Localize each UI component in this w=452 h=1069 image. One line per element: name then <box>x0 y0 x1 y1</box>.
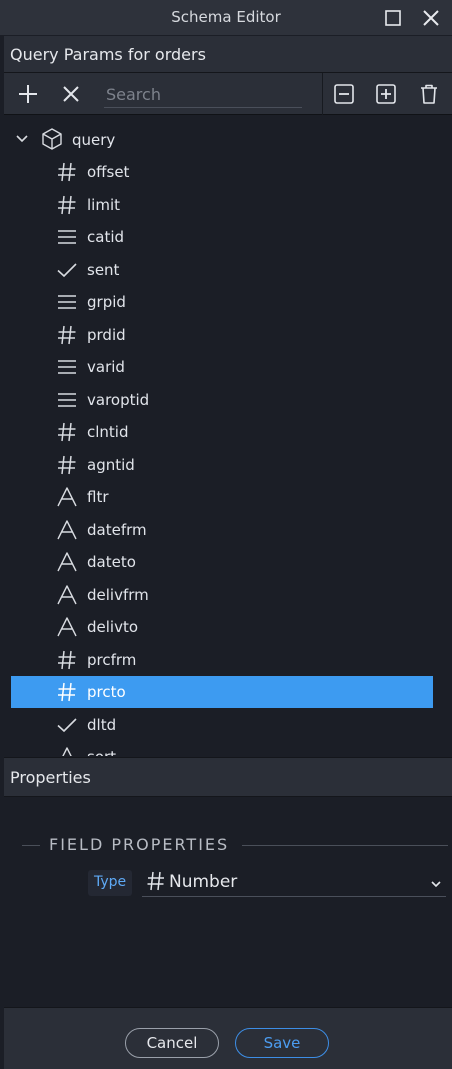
tree-item-dltd[interactable]: dltd <box>11 709 433 741</box>
properties-title: Properties <box>10 768 91 787</box>
panel-header: Query Params for orders <box>4 36 452 73</box>
toolbar-divider <box>322 73 323 115</box>
tree-root-query[interactable]: query <box>4 124 444 154</box>
tree-item-label: clntid <box>87 423 129 441</box>
tree-item-label: offset <box>87 163 130 181</box>
check-icon <box>57 262 77 277</box>
close-icon[interactable] <box>420 7 442 29</box>
tree-item-varid[interactable]: varid <box>11 351 433 383</box>
search-input[interactable] <box>104 81 302 108</box>
tree-item-label: sent <box>87 260 120 279</box>
list-icon <box>58 295 76 309</box>
hash-icon <box>58 422 76 442</box>
check-icon <box>57 717 77 732</box>
section-divider-left <box>22 845 40 846</box>
tree-item-label: delivfrm <box>87 585 149 604</box>
tree-item-label: dateto <box>87 553 136 571</box>
cube-icon <box>42 128 62 150</box>
hash-icon <box>58 682 76 702</box>
tree-item-label: agntid <box>87 455 135 474</box>
tree-item-prcfrm[interactable]: prcfrm <box>11 644 433 676</box>
type-label: Type <box>88 870 133 896</box>
tree-item-label: dltd <box>87 715 117 734</box>
tree-item-grpid[interactable]: grpid <box>11 286 433 318</box>
text-icon <box>57 584 77 604</box>
hash-icon <box>58 195 76 214</box>
tree-item-clntid[interactable]: clntid <box>11 416 433 448</box>
text-icon <box>57 617 77 637</box>
maximize-icon[interactable] <box>382 7 404 29</box>
add-icon[interactable] <box>16 82 40 106</box>
collapse-all-icon[interactable] <box>332 82 356 106</box>
tree-item-label: datefrm <box>87 520 147 539</box>
tree-root-label: query <box>72 131 116 149</box>
tree-item-label: delivto <box>87 618 139 636</box>
tree-item-offset[interactable]: offset <box>11 156 433 188</box>
title-bar: Schema Editor <box>0 0 452 35</box>
type-value: Number <box>169 872 238 892</box>
list-icon <box>58 230 76 244</box>
schema-editor-window: Schema Editor Query Params for orders Se… <box>0 0 452 1069</box>
tree-item-label: prdid <box>87 325 126 344</box>
tree-item-sent[interactable]: sent <box>11 254 433 286</box>
hash-icon <box>58 650 76 669</box>
field-properties-heading: FIELD PROPERTIES <box>49 835 230 854</box>
tree-item-limit[interactable]: limit <box>11 189 433 221</box>
text-icon <box>57 487 77 507</box>
properties-panel: FIELD PROPERTIES Type Number <box>4 797 452 1007</box>
trash-icon[interactable] <box>417 82 441 106</box>
hash-icon <box>58 162 76 182</box>
tree-item-label: fltr <box>87 488 109 506</box>
list-icon <box>58 392 76 407</box>
schema-tree: query offset limit catid sent grpid prdid vari… <box>4 116 448 756</box>
hash-icon <box>58 325 76 344</box>
tree-item-agntid[interactable]: agntid <box>11 449 433 481</box>
text-icon <box>57 552 77 572</box>
tree-item-delivto[interactable]: delivto <box>11 611 433 643</box>
text-icon <box>57 519 77 539</box>
tree-item-varoptid[interactable]: varoptid <box>11 384 433 416</box>
tree-item-label: varid <box>87 358 125 376</box>
hash-icon <box>58 455 76 474</box>
tree-item-prcto[interactable]: prcto <box>11 676 433 708</box>
tree-item-label: sort <box>87 748 116 756</box>
tree-item-label: prcto <box>87 683 126 701</box>
tree-item-prdid[interactable]: prdid <box>11 319 433 351</box>
panel-title: Query Params for orders <box>10 45 206 64</box>
tree-item-label: limit <box>87 195 120 214</box>
properties-header: Properties <box>4 757 452 797</box>
chevron-down-icon <box>431 881 441 888</box>
cancel-button[interactable]: Cancel <box>125 1028 219 1058</box>
chevron-down-icon[interactable] <box>15 132 29 146</box>
hash-icon <box>147 871 164 891</box>
tree-item-delivfrm[interactable]: delivfrm <box>11 579 433 611</box>
tree-item-label: catid <box>87 228 125 246</box>
type-dropdown[interactable]: Number <box>142 867 446 897</box>
section-divider-right <box>242 845 448 846</box>
tree-item-catid[interactable]: catid <box>11 221 433 253</box>
remove-icon[interactable] <box>59 82 83 106</box>
list-icon <box>58 360 76 374</box>
tree-item-datefrm[interactable]: datefrm <box>11 514 433 546</box>
text-icon <box>62 747 72 756</box>
dialog-footer: Cancel Save <box>4 1007 452 1069</box>
tree-item-fltr[interactable]: fltr <box>11 481 433 513</box>
toolbar <box>4 73 452 115</box>
save-button[interactable]: Save <box>235 1028 329 1058</box>
tree-item-label: prcfrm <box>87 650 137 669</box>
tree-item-sort[interactable]: sort <box>11 741 433 756</box>
expand-all-icon[interactable] <box>374 82 398 106</box>
tree-item-dateto[interactable]: dateto <box>11 546 433 578</box>
tree-item-label: grpid <box>87 293 126 311</box>
tree-item-label: varoptid <box>87 390 150 409</box>
